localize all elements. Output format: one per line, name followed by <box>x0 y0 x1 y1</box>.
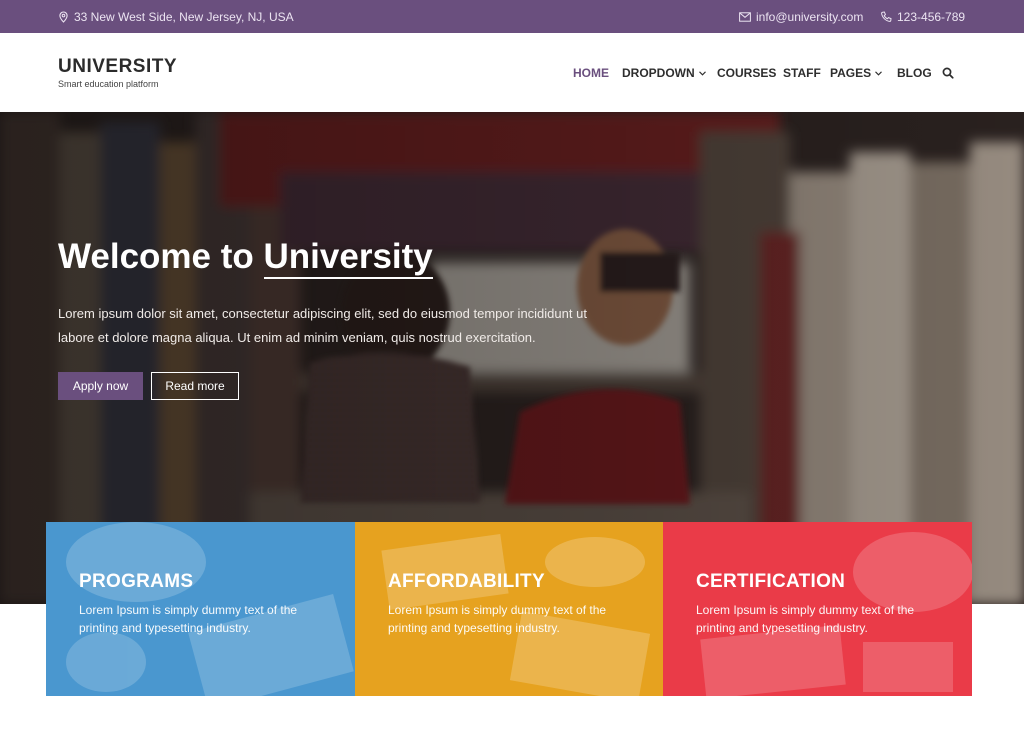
feature-certification[interactable]: CERTIFICATION Lorem Ipsum is simply dumm… <box>663 522 972 696</box>
envelope-icon <box>739 12 751 22</box>
site-header: UNIVERSITY Smart education platform HOME… <box>0 33 1024 112</box>
nav-label: STAFF <box>783 66 821 80</box>
nav-label: PAGES <box>830 66 872 80</box>
chevron-down-icon <box>875 70 883 76</box>
phone-text: 123-456-789 <box>897 10 966 24</box>
feature-programs[interactable]: PROGRAMS Lorem Ipsum is simply dummy tex… <box>46 522 355 696</box>
search-button[interactable] <box>942 67 954 79</box>
email-link[interactable]: info@university.com <box>739 10 863 24</box>
nav-label: COURSES <box>717 66 777 80</box>
brand-logo[interactable]: UNIVERSITY Smart education platform <box>58 56 177 89</box>
nav-label: DROPDOWN <box>622 66 695 80</box>
hero-title-highlight: University <box>263 237 433 279</box>
feature-text: Lorem Ipsum is simply dummy text of the … <box>696 603 915 635</box>
nav-item-courses[interactable]: COURSES <box>717 66 776 80</box>
feature-title: AFFORDABILITY <box>388 571 545 592</box>
nav-label: BLOG <box>897 66 932 80</box>
feature-text: Lorem Ipsum is simply dummy text of the … <box>79 603 298 635</box>
nav-item-pages[interactable]: PAGES <box>830 66 883 80</box>
feature-title: PROGRAMS <box>79 571 194 592</box>
feature-affordability[interactable]: AFFORDABILITY Lorem Ipsum is simply dumm… <box>355 522 663 696</box>
feature-boxes: PROGRAMS Lorem Ipsum is simply dummy tex… <box>46 522 972 696</box>
phone-icon <box>880 11 892 23</box>
hero-description: Lorem ipsum dolor sit amet, consectetur … <box>58 306 587 345</box>
read-more-button[interactable]: Read more <box>151 372 239 400</box>
search-icon <box>942 67 954 79</box>
nav-item-staff[interactable]: STAFF <box>783 66 821 80</box>
nav-label: HOME <box>573 66 609 80</box>
email-text: info@university.com <box>756 10 864 24</box>
phone-link[interactable]: 123-456-789 <box>880 10 965 24</box>
hero-title-prefix: Welcome to <box>58 237 264 276</box>
hero-title: Welcome to University <box>58 236 433 279</box>
address-text: 33 New West Side, New Jersey, NJ, USA <box>74 10 294 24</box>
brand-name: UNIVERSITY <box>58 56 178 77</box>
nav-item-blog[interactable]: BLOG <box>897 66 932 80</box>
brand-tagline: Smart education platform <box>58 79 159 89</box>
location-pin-icon <box>58 11 69 23</box>
feature-title: CERTIFICATION <box>696 571 846 592</box>
apply-now-button[interactable]: Apply now <box>58 372 143 400</box>
feature-text: Lorem Ipsum is simply dummy text of the … <box>388 603 607 635</box>
nav-item-home[interactable]: HOME <box>573 66 609 80</box>
chevron-down-icon <box>698 70 706 76</box>
nav-item-dropdown[interactable]: DROPDOWN <box>622 66 706 80</box>
top-contact-bar: 33 New West Side, New Jersey, NJ, USA in… <box>0 0 1024 33</box>
address-block: 33 New West Side, New Jersey, NJ, USA <box>58 10 294 24</box>
